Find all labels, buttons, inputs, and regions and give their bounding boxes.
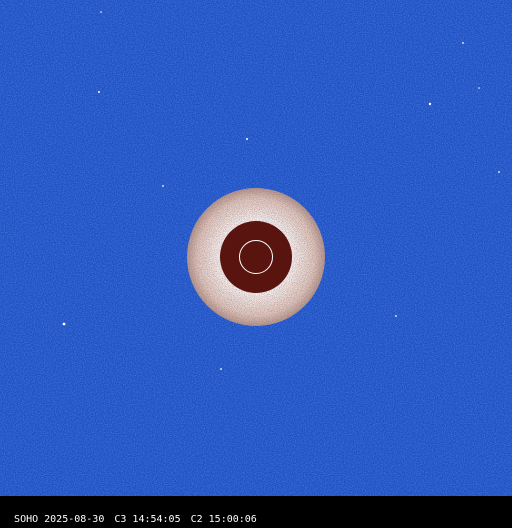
star: [62, 322, 66, 326]
star: [462, 42, 464, 44]
caption-bar: SOHO 2025-08-30 C3 14:54:05 C2 15:00:06: [0, 496, 512, 525]
star: [478, 87, 480, 89]
star: [246, 138, 248, 140]
star: [395, 315, 397, 317]
occulter-disk: [220, 221, 292, 293]
coronagraph-image: [0, 0, 512, 496]
star: [162, 185, 164, 187]
star: [498, 171, 500, 173]
caption-c2-time: C2 15:00:06: [190, 514, 257, 525]
star: [98, 91, 100, 93]
star: [220, 368, 222, 370]
caption-source: SOHO: [14, 514, 39, 525]
coronagraph-svg: [0, 0, 512, 496]
star: [428, 102, 432, 106]
caption-date: 2025-08-30: [44, 514, 105, 525]
star: [100, 11, 102, 13]
caption-c3-time: C3 14:54:05: [114, 514, 181, 525]
